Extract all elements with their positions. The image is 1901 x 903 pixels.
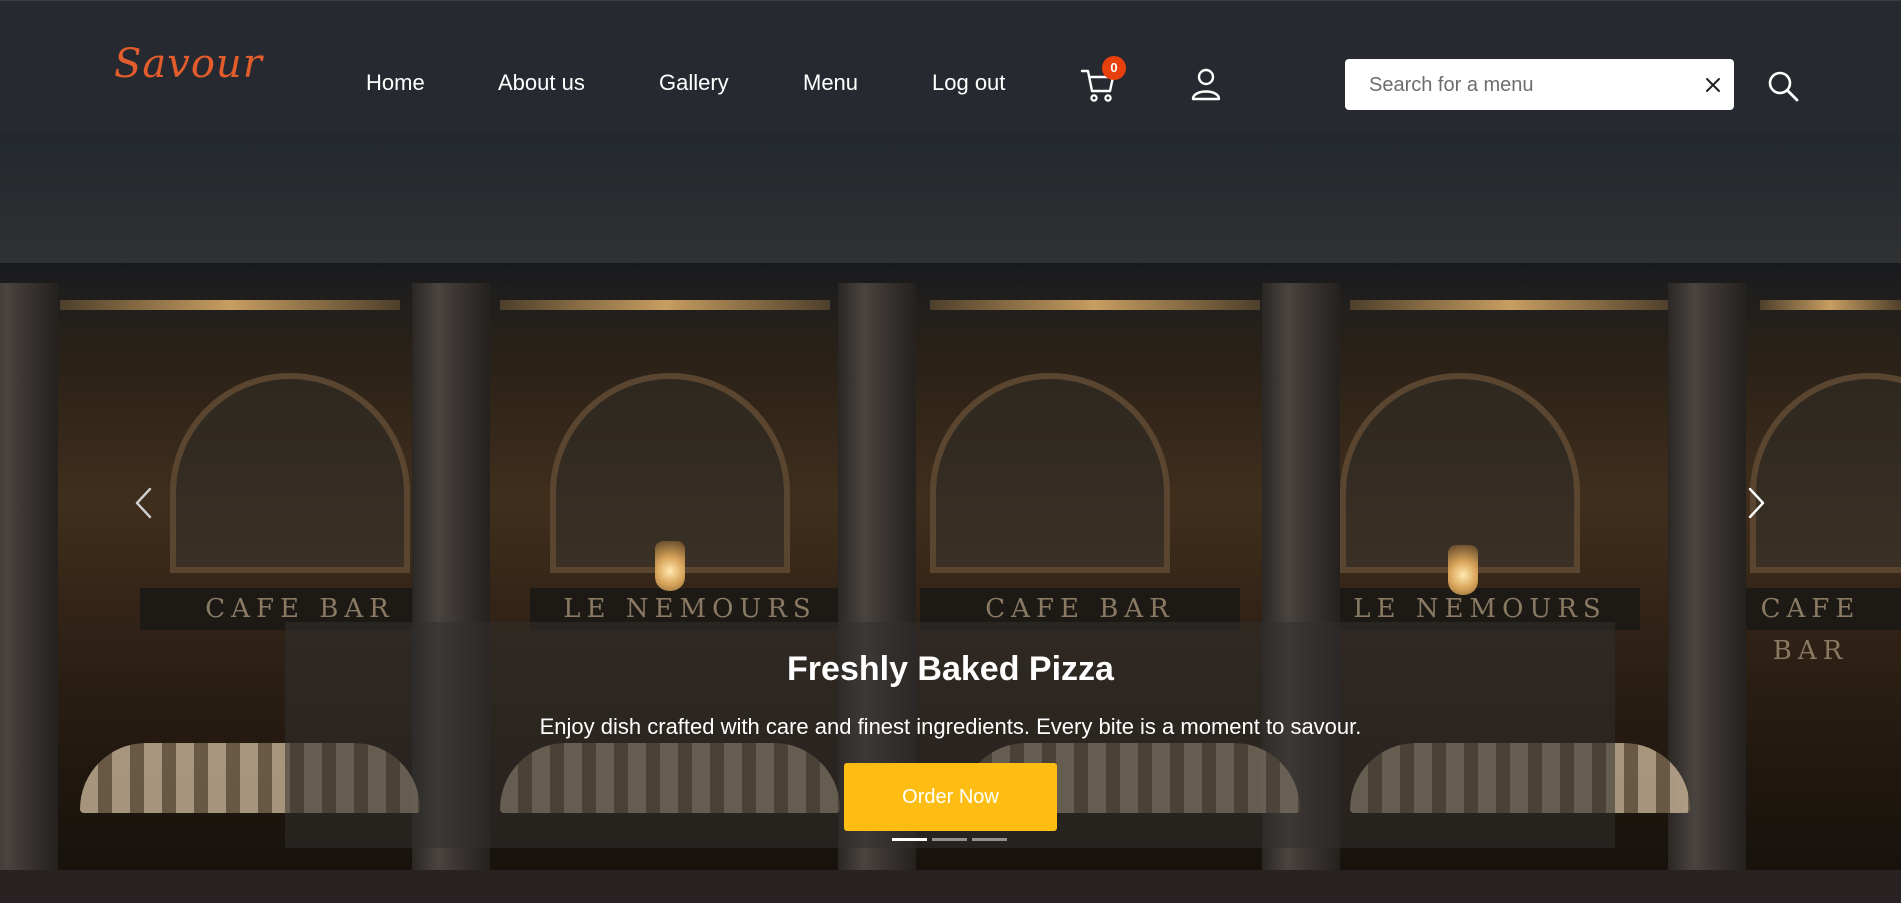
arched-window: [1750, 373, 1901, 573]
search-icon[interactable]: [1766, 69, 1800, 103]
nav-link-home[interactable]: Home: [366, 70, 425, 96]
search-box: [1345, 59, 1734, 112]
nav-link-menu[interactable]: Menu: [803, 70, 858, 96]
hanging-lamp: [655, 541, 685, 591]
carousel-indicator-2[interactable]: [932, 838, 967, 841]
user-icon[interactable]: [1190, 67, 1222, 101]
chevron-left-icon[interactable]: [132, 486, 154, 520]
nav-link-log-out[interactable]: Log out: [932, 70, 1005, 96]
cart-count-badge: 0: [1102, 56, 1126, 80]
close-icon[interactable]: [1705, 77, 1721, 93]
arched-window: [1340, 373, 1580, 573]
light-strip: [1350, 300, 1670, 310]
carousel-indicator-1[interactable]: [892, 838, 927, 841]
light-strip: [1760, 300, 1901, 310]
arched-window: [930, 373, 1170, 573]
chevron-right-icon[interactable]: [1746, 486, 1768, 520]
search-input[interactable]: [1367, 59, 1691, 112]
light-strip: [60, 300, 400, 310]
light-strip: [930, 300, 1260, 310]
nav-link-about-us[interactable]: About us: [498, 70, 585, 96]
logo[interactable]: Savour: [114, 41, 263, 87]
navbar: Savour Home About us Gallery Menu Log ou…: [0, 0, 1901, 133]
hanging-lamp: [1448, 545, 1478, 595]
carousel-indicator-3[interactable]: [972, 838, 1007, 841]
arcade-ceiling: [0, 133, 1901, 263]
hero-description: Enjoy dish crafted with care and finest …: [539, 714, 1362, 739]
hero-title: Freshly Baked Pizza: [787, 650, 1114, 688]
page-footer-strip: [0, 870, 1901, 903]
light-strip: [500, 300, 830, 310]
order-now-button[interactable]: Order Now: [844, 763, 1057, 831]
nav-link-gallery[interactable]: Gallery: [659, 70, 729, 96]
stone-pillar: [0, 283, 58, 870]
arched-window: [170, 373, 410, 573]
cafe-sign: CAFE BAR: [1720, 588, 1901, 666]
